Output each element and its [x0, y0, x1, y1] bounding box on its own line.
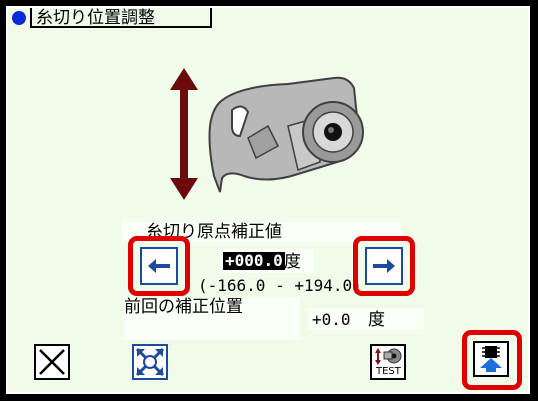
up-down-arrow-icon [170, 68, 198, 200]
write-button[interactable] [473, 341, 509, 377]
increase-button[interactable] [365, 247, 403, 285]
status-dot-icon [12, 11, 26, 25]
previous-value: +0.0 [312, 310, 351, 329]
origin-reset-button[interactable] [132, 344, 168, 380]
cutter-knife-icon [208, 76, 364, 193]
previous-label: 前回の補正位置 [124, 297, 243, 317]
previous-unit: 度 [368, 310, 385, 330]
write-memory-icon [480, 346, 502, 372]
offset-range: (-166.0 - +194.0) [198, 276, 362, 295]
test-button[interactable]: TEST [370, 344, 406, 380]
title-bar: 糸切り位置調整 [8, 8, 528, 30]
page-title: 糸切り位置調整 [30, 8, 212, 28]
decrease-button[interactable] [140, 247, 178, 285]
left-arrow-icon [148, 259, 170, 273]
offset-value-field[interactable]: +000.0 [223, 252, 285, 270]
thread-cutter-illustration [170, 68, 364, 200]
thread-cut-adjust-panel: 糸切り位置調整 糸切り原点補正値 +000.0 度 (-166.0 - +194… [6, 6, 530, 394]
origin-reset-icon [135, 347, 165, 377]
close-button[interactable] [34, 344, 70, 380]
offset-unit: 度 [284, 252, 301, 272]
right-arrow-icon [373, 259, 395, 273]
close-icon [39, 349, 65, 375]
screen: 糸切り位置調整 糸切り原点補正値 +000.0 度 (-166.0 - +194… [0, 0, 538, 401]
test-label: TEST [376, 366, 401, 377]
